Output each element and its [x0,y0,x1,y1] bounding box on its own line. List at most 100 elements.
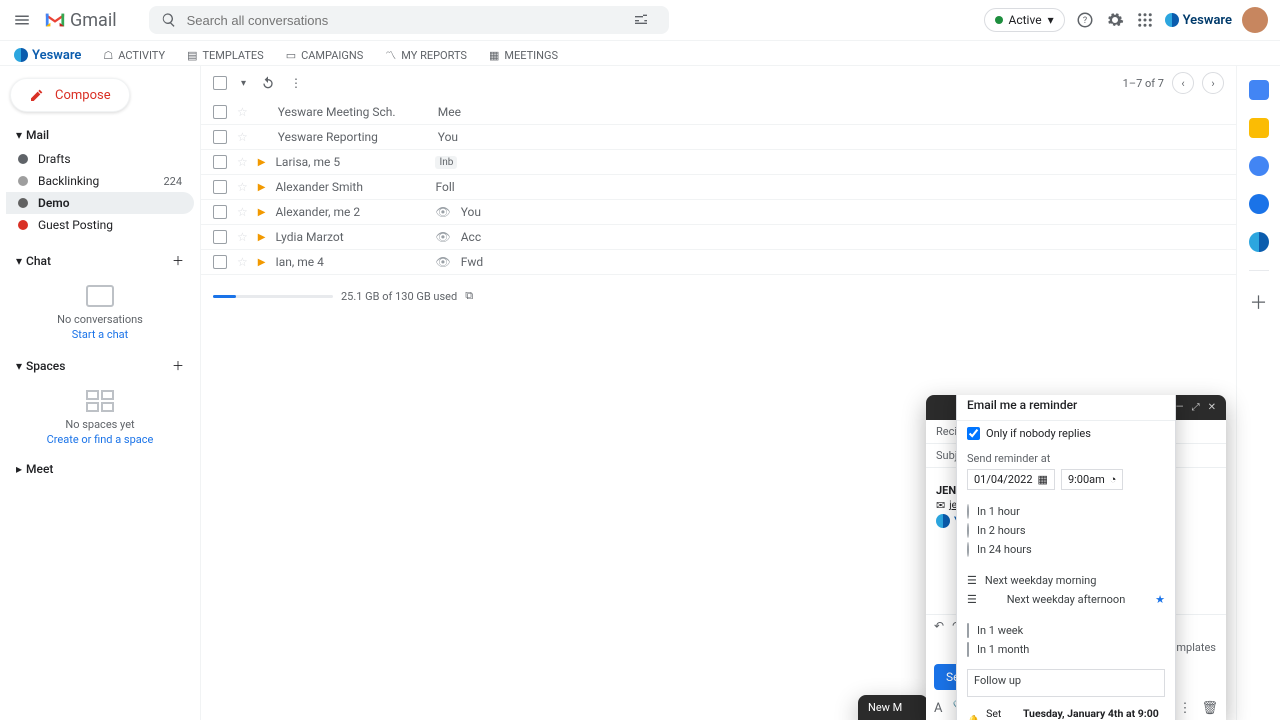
reminder-option[interactable]: ☰Next weekday afternoon★ [967,590,1165,609]
search-input[interactable] [187,13,623,28]
row-checkbox[interactable] [213,230,227,244]
tasks-app-icon[interactable] [1249,156,1269,176]
tab-campaigns[interactable]: ▭CAMPAIGNS [286,49,364,62]
subject-preview: Mee [438,105,461,119]
row-checkbox[interactable] [213,180,227,194]
status-pill[interactable]: Active ▾ [984,8,1065,32]
person-icon: ☖ [103,49,113,62]
reminder-option[interactable]: ☰Next weekday morning [967,571,1165,590]
plus-icon[interactable]: ＋ [172,252,184,269]
expand-icon[interactable]: ⤢ [1192,402,1200,413]
clock-icon [967,542,969,557]
apps-grid-icon[interactable] [1135,10,1155,30]
mail-section[interactable]: ▾Mail [6,124,194,146]
star-icon[interactable]: ☆ [237,105,248,119]
calendar-icon: ▦ [1038,473,1048,486]
more-icon[interactable]: ⋮ [1178,701,1191,716]
tab-activity[interactable]: ☖ACTIVITY [103,49,165,62]
avatar[interactable] [1242,7,1268,33]
bars-icon: ☰ [967,574,977,587]
menu-icon[interactable] [12,10,32,30]
undo-icon[interactable]: ↶ [934,619,944,633]
row-checkbox[interactable] [213,155,227,169]
format-icon[interactable]: A [934,701,942,716]
yesware-app-icon[interactable] [1249,232,1269,252]
keep-app-icon[interactable] [1249,118,1269,138]
open-external-icon[interactable]: ⧉ [465,289,473,303]
next-page-button[interactable]: › [1202,72,1224,94]
add-app-icon[interactable]: ＋ [1250,289,1268,315]
label-dot-icon [18,154,28,164]
gmail-logo[interactable]: Gmail [44,10,117,31]
calendar-icon [967,623,969,638]
reminder-date-input[interactable]: 01/04/2022▦ [967,469,1055,490]
calendar-app-icon[interactable] [1249,80,1269,100]
sidebar-item-label: Drafts [38,152,71,166]
row-checkbox[interactable] [213,205,227,219]
reminder-option[interactable]: In 1 hour [967,502,1165,521]
close-icon[interactable]: ✕ [1208,402,1216,413]
reminder-option[interactable]: In 24 hours [967,540,1165,559]
subject-preview: Acc [461,230,481,244]
star-icon[interactable]: ☆ [237,130,248,144]
star-icon[interactable]: ★ [1155,593,1165,606]
table-row[interactable]: ☆ Yesware Meeting Sch. Mee [201,100,1236,125]
meet-section[interactable]: ▸Meet [6,458,194,480]
reminder-option[interactable]: In 1 week [967,621,1165,640]
trash-icon[interactable]: 🗑 [1201,701,1218,716]
star-icon[interactable]: ☆ [237,255,248,269]
sidebar-item-drafts[interactable]: Drafts [6,148,194,170]
chat-section[interactable]: ▾Chat＋ [6,248,194,273]
chevron-down-icon[interactable]: ▾ [241,78,246,89]
search-bar[interactable] [149,6,669,34]
table-row[interactable]: ☆ Yesware Reporting You [201,125,1236,150]
plus-icon[interactable]: ＋ [172,357,184,374]
storage-info: 25.1 GB of 130 GB used ⧉ [201,275,1236,317]
tab-meetings[interactable]: ▦MEETINGS [489,49,558,62]
contacts-app-icon[interactable] [1249,194,1269,214]
tab-reports[interactable]: 〽MY REPORTS [385,47,467,63]
option-label: In 1 month [977,643,1029,656]
reminder-option[interactable]: In 1 month [967,640,1165,659]
create-space-link[interactable]: Create or find a space [6,433,194,446]
tab-templates[interactable]: ▤TEMPLATES [187,49,264,62]
table-row[interactable]: ☆ ▶ Alexander, me 2 👁 You [201,200,1236,225]
reminder-note-input[interactable]: Follow up [967,669,1165,697]
minimize-icon[interactable]: — [1176,402,1184,413]
sidebar-item-guest-posting[interactable]: Guest Posting [6,214,194,236]
only-if-checkbox[interactable] [967,427,980,440]
compose-window-minimized[interactable]: New M [858,695,928,720]
more-icon[interactable]: ⋮ [290,76,302,90]
chevron-down-icon: ▾ [1048,13,1054,27]
star-icon[interactable]: ☆ [237,205,248,219]
tune-icon[interactable] [633,12,649,28]
table-row[interactable]: ☆ ▶ Alexander Smith Foll [201,175,1236,200]
row-checkbox[interactable] [213,255,227,269]
reminder-time-input[interactable]: 9:00am◔ [1061,469,1124,490]
spaces-section[interactable]: ▾Spaces＋ [6,353,194,378]
start-chat-link[interactable]: Start a chat [6,328,194,341]
select-all-checkbox[interactable] [213,76,227,90]
star-icon[interactable]: ☆ [237,180,248,194]
table-row[interactable]: ☆ ▶ Larisa, me 5 Inb [201,150,1236,175]
gear-icon[interactable] [1105,10,1125,30]
yesware-brand[interactable]: Yesware [1165,13,1232,28]
chat-empty: No conversations Start a chat [6,275,194,351]
star-icon[interactable]: ☆ [237,230,248,244]
sidebar-item-backlinking[interactable]: Backlinking 224 [6,170,194,192]
compose-button[interactable]: Compose [10,78,130,112]
row-checkbox[interactable] [213,130,227,144]
prev-page-button[interactable]: ‹ [1172,72,1194,94]
sidebar-item-demo[interactable]: Demo [6,192,194,214]
table-row[interactable]: ☆ ▶ Lydia Marzot 👁 Acc [201,225,1236,250]
refresh-icon[interactable] [260,75,276,91]
clock-icon [967,523,969,538]
app-name: Gmail [70,10,117,31]
reminder-option[interactable]: In 2 hours [967,521,1165,540]
only-if-nobody-replies[interactable]: Only if nobody replies [967,427,1165,440]
star-icon[interactable]: ☆ [237,155,248,169]
row-checkbox[interactable] [213,105,227,119]
table-row[interactable]: ☆ ▶ Ian, me 4 👁 Fwd [201,250,1236,275]
yesware-brand-small[interactable]: Yesware [14,48,81,63]
help-icon[interactable]: ? [1075,10,1095,30]
